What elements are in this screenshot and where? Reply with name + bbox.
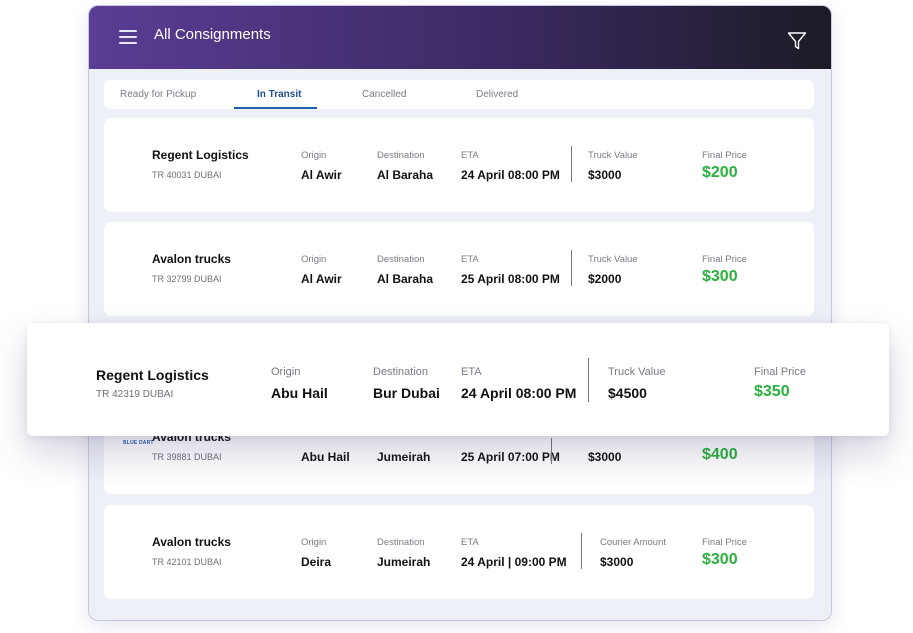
truck-id: TR 32799 DUBAI xyxy=(152,274,222,284)
origin-value: Deira xyxy=(301,555,332,569)
tab-delivered[interactable]: Delivered xyxy=(476,89,518,100)
final-price-label: Final Price xyxy=(702,150,747,161)
final-price: $400 xyxy=(702,446,738,463)
eta-label: ETA xyxy=(461,366,482,378)
truck-value: $2000 xyxy=(588,272,622,286)
destination-value: Bur Dubai xyxy=(373,385,440,401)
destination-value: Al Baraha xyxy=(377,272,434,286)
final-price: $300 xyxy=(702,551,738,568)
truck-value: $4500 xyxy=(608,385,647,401)
courier-amount-label: Courier Amount xyxy=(600,537,667,548)
eta-value: 24 April | 09:00 PM xyxy=(461,555,567,569)
truck-value-label: Truck Value xyxy=(588,150,638,161)
active-tab-indicator xyxy=(234,107,317,109)
company-name: Avalon trucks xyxy=(152,252,231,266)
final-price: $350 xyxy=(754,383,790,400)
destination-label: Destination xyxy=(377,537,425,548)
destination-value: Al Baraha xyxy=(377,168,434,182)
final-price-label: Final Price xyxy=(702,254,747,265)
consignment-card[interactable]: Avalon trucks TR 42101 DUBAI Origin Deir… xyxy=(104,505,814,599)
truck-id: TR 42101 DUBAI xyxy=(152,557,222,567)
origin-value: Al Awir xyxy=(301,272,342,286)
truck-value-label: Truck Value xyxy=(608,366,666,378)
page-title: All Consignments xyxy=(154,26,271,43)
truck-value: $3000 xyxy=(588,450,622,464)
eta-value: 24 April 08:00 PM xyxy=(461,385,577,401)
tab-in-transit[interactable]: In Transit xyxy=(257,89,301,100)
consignment-card[interactable]: Avalon trucks TR 32799 DUBAI Origin Al A… xyxy=(104,222,814,316)
divider xyxy=(551,438,552,464)
consignment-card[interactable]: Regent Logistics TR 40031 DUBAI Origin A… xyxy=(104,118,814,212)
truck-id: TR 40031 DUBAI xyxy=(152,170,222,180)
courier-amount: $3000 xyxy=(600,555,634,569)
destination-label: Destination xyxy=(377,254,425,265)
destination-value: Jumeirah xyxy=(377,450,431,464)
truck-id: TR 39881 DUBAI xyxy=(152,452,222,462)
destination-label: Destination xyxy=(377,150,425,161)
destination-value: Jumeirah xyxy=(377,555,431,569)
origin-label: Origin xyxy=(301,150,327,161)
company-name: Regent Logistics xyxy=(96,367,209,383)
top-bar: All Consignments xyxy=(89,6,831,69)
eta-value: 25 April 08:00 PM xyxy=(461,272,560,286)
origin-value: Abu Hail xyxy=(271,385,328,401)
final-price: $300 xyxy=(702,268,738,285)
truck-id: TR 42319 DUBAI xyxy=(96,389,174,400)
origin-value: Abu Hail xyxy=(301,450,350,464)
filter-icon[interactable] xyxy=(787,31,807,51)
origin-label: Origin xyxy=(301,537,327,548)
final-price: $200 xyxy=(702,164,738,181)
origin-label: Origin xyxy=(271,366,301,378)
company-name: Avalon trucks xyxy=(152,535,231,549)
consignments-window: All Consignments Ready for Pickup In Tra… xyxy=(88,5,832,621)
company-logo: BLUE DART xyxy=(123,440,154,446)
company-name: Regent Logistics xyxy=(152,148,249,162)
eta-label: ETA xyxy=(461,254,479,265)
highlighted-consignment-card[interactable]: Regent Logistics TR 42319 DUBAI Origin A… xyxy=(27,323,889,436)
truck-value-label: Truck Value xyxy=(588,254,638,265)
truck-value: $3000 xyxy=(588,168,622,182)
tab-ready-for-pickup[interactable]: Ready for Pickup xyxy=(120,89,196,100)
eta-label: ETA xyxy=(461,150,479,161)
eta-label: ETA xyxy=(461,537,479,548)
tab-cancelled[interactable]: Cancelled xyxy=(362,89,406,100)
destination-label: Destination xyxy=(373,366,429,378)
divider xyxy=(571,146,572,182)
divider xyxy=(588,358,589,402)
final-price-label: Final Price xyxy=(754,366,806,378)
eta-value: 24 April 08:00 PM xyxy=(461,168,560,182)
origin-value: Al Awir xyxy=(301,168,342,182)
hamburger-icon[interactable] xyxy=(119,30,137,44)
divider xyxy=(581,533,582,569)
eta-value: 25 April 07:00 PM xyxy=(461,450,560,464)
origin-label: Origin xyxy=(301,254,327,265)
final-price-label: Final Price xyxy=(702,537,747,548)
divider xyxy=(571,250,572,286)
status-tabs: Ready for Pickup In Transit Cancelled De… xyxy=(104,80,814,109)
